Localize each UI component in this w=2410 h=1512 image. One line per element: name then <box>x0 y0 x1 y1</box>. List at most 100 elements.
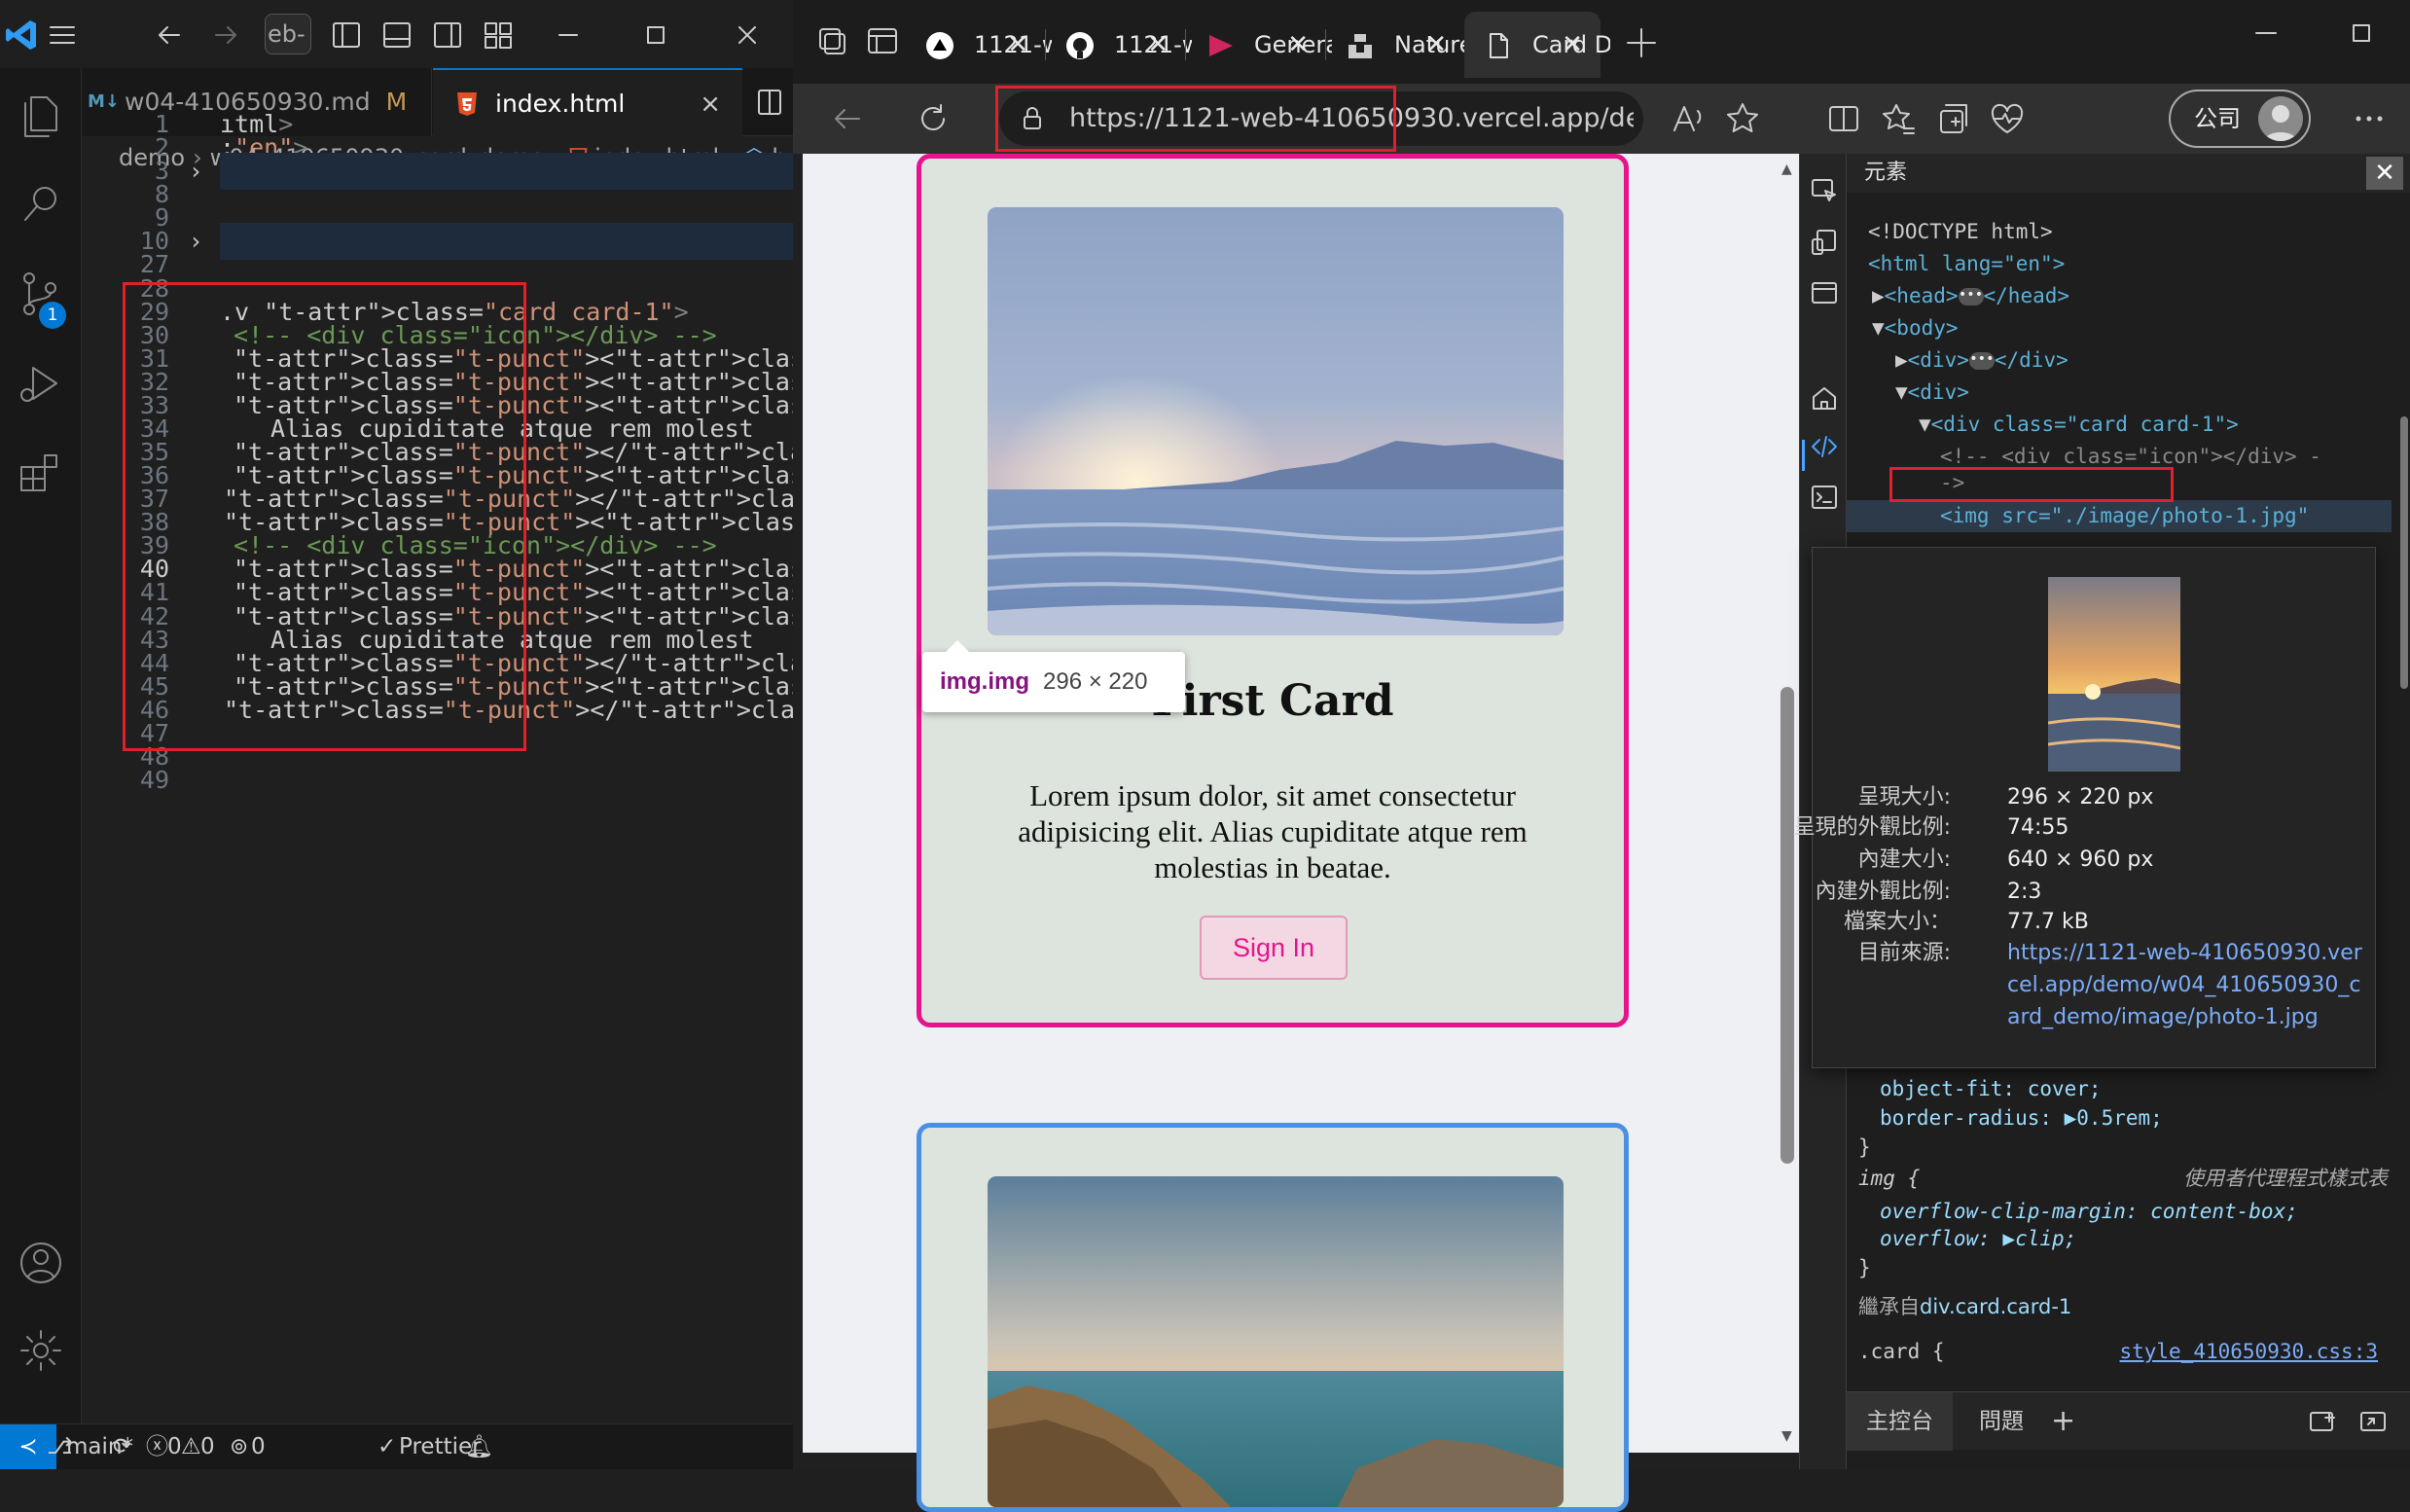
scrollbar-thumb[interactable] <box>1781 687 1794 1164</box>
accounts-icon[interactable] <box>14 1236 68 1290</box>
dom-node[interactable]: ▼<div class="card card-1"> <box>1847 409 2392 441</box>
tab-console[interactable]: 主控台 <box>1847 1392 1953 1451</box>
workspaces-icon[interactable] <box>812 21 851 60</box>
address-bar[interactable]: https://1121-web-410650930.vercel.app/de… <box>999 91 1643 146</box>
css-rule-selector[interactable]: .card {style_410650930.css:3 <box>1847 1337 2392 1366</box>
collections-icon[interactable] <box>1933 99 1972 138</box>
split-screen-icon[interactable] <box>1824 99 1863 138</box>
devtools-scrollbar[interactable] <box>2397 241 2410 1389</box>
browser-tab[interactable]: 1121-we✕ <box>906 12 1052 78</box>
scroll-down-icon[interactable]: ▼ <box>1781 1428 1792 1444</box>
image-info-popup: 呈現大小: 296 × 220 px 呈現的外觀比例: 74:55 內建大小: 640… <box>1794 547 2376 1068</box>
browser-tab-active[interactable]: Card Der✕ <box>1464 12 1610 78</box>
stylesheet-link[interactable]: style_410650930.css:3 <box>2119 1337 2378 1366</box>
menu-icon[interactable] <box>45 18 80 53</box>
inspect-element-icon[interactable] <box>1810 177 1839 206</box>
error-icon: ⓧ <box>146 1434 168 1459</box>
dock-drawer-icon[interactable] <box>2308 1408 2337 1435</box>
dom-node[interactable]: <html lang="en"> <box>1847 248 2392 280</box>
back-icon[interactable] <box>152 18 187 53</box>
dom-node[interactable]: ▼<body> <box>1847 312 2392 344</box>
dom-node[interactable]: ▶<div>•••</div> <box>1847 344 2392 377</box>
code-editor[interactable]: 1 ıtml> 2:"en"> › 3 8 9 › 10 27 28 29 .v "t-attr">cl… <box>82 110 793 1423</box>
minimize-icon[interactable] <box>551 18 586 53</box>
new-tab-icon[interactable] <box>1622 23 1661 62</box>
image-source-link[interactable]: https://1121-web-410650930.vercel.app/de… <box>2007 937 2367 1033</box>
device-emulation-icon[interactable] <box>1810 228 1839 257</box>
browser-essentials-icon[interactable] <box>1988 99 2027 138</box>
customize-layout-icon[interactable] <box>481 18 516 53</box>
dom-node[interactable]: -> <box>1847 467 2392 499</box>
browser-tab-strip: 1121-we✕ 1121-we✕ General-✕ Nature |✕ Ca… <box>793 0 2410 84</box>
undock-drawer-icon[interactable] <box>2358 1408 2388 1435</box>
tab-issues[interactable]: 問題 <box>1979 1392 2024 1451</box>
lock-icon[interactable] <box>1019 105 1046 132</box>
scrollbar-thumb[interactable] <box>2400 416 2408 689</box>
search-icon[interactable] <box>14 177 68 232</box>
dom-node-selected[interactable]: <img src="./image/photo-1.jpg" <box>1847 500 2392 532</box>
close-tab-icon[interactable]: ✕ <box>1147 12 1169 78</box>
maximize-icon[interactable] <box>638 18 673 53</box>
browser-tab[interactable]: General-✕ <box>1186 12 1332 78</box>
warning-count[interactable]: 0 <box>200 1424 215 1469</box>
close-tab-icon[interactable]: ✕ <box>1562 12 1583 78</box>
error-count[interactable]: 0 <box>167 1424 182 1469</box>
toggle-sidebar-icon[interactable] <box>329 18 364 53</box>
warning-icon: ⚠ <box>181 1434 201 1459</box>
read-aloud-icon[interactable] <box>1669 99 1708 138</box>
extensions-icon[interactable] <box>14 446 68 500</box>
minimize-icon[interactable] <box>2247 14 2285 53</box>
browser-tab[interactable]: 1121-we✕ <box>1046 12 1192 78</box>
add-tab-icon[interactable]: + <box>2051 1392 2075 1451</box>
explorer-icon[interactable] <box>14 88 68 142</box>
sync-icon[interactable]: ⟳ <box>113 1424 131 1469</box>
notifications-icon[interactable]: 🔔︎ <box>465 1424 493 1469</box>
welcome-home-icon[interactable] <box>1810 383 1839 413</box>
page-scrollbar[interactable]: ▲ ▼ <box>1776 154 1799 1453</box>
run-debug-icon[interactable] <box>14 356 68 411</box>
settings-gear-icon[interactable] <box>14 1323 68 1378</box>
close-devtools-icon[interactable]: ✕ <box>2366 157 2403 190</box>
refresh-icon[interactable] <box>914 99 953 138</box>
css-declaration[interactable]: border-radius: ▶0.5rem; <box>1847 1103 2392 1133</box>
vertical-tabs-icon[interactable] <box>863 21 902 60</box>
command-center[interactable]: eb- <box>265 14 311 54</box>
card-image-coast[interactable] <box>988 1176 1564 1507</box>
elements-tab-icon[interactable] <box>1810 432 1839 461</box>
ellipsis-icon[interactable]: ••• <box>1968 352 1995 370</box>
dom-node[interactable]: ▶<head>•••</head> <box>1847 280 2392 312</box>
profile-button[interactable]: 公司 <box>2169 90 2311 148</box>
more-options-icon[interactable] <box>2350 99 2389 138</box>
dom-node[interactable]: ▼<div> <box>1847 377 2392 409</box>
css-rule-selector[interactable]: img {使用者代理程式樣式表 <box>1847 1164 2392 1193</box>
url-text[interactable]: https://1121-web-410650930.vercel.app/de… <box>1069 91 1634 146</box>
css-declaration[interactable]: overflow: ▶clip; <box>1847 1224 2392 1253</box>
css-declaration[interactable]: overflow-clip-margin: content-box; <box>1847 1197 2392 1226</box>
panel-title[interactable]: 元素 <box>1864 161 1907 185</box>
close-window-icon[interactable] <box>730 18 765 53</box>
close-tab-icon[interactable]: ✕ <box>1287 12 1309 78</box>
maximize-icon[interactable] <box>2342 14 2381 53</box>
back-icon[interactable] <box>828 99 867 138</box>
favorite-star-icon[interactable] <box>1723 99 1762 138</box>
card-image-sunset[interactable] <box>988 207 1564 635</box>
css-declaration[interactable]: object-fit: cover; <box>1847 1074 2392 1103</box>
info-row: 檔案大小： 77.7 kB <box>1843 910 2089 934</box>
favorites-icon[interactable] <box>1879 99 1918 138</box>
dom-node[interactable]: <!DOCTYPE html> <box>1847 216 2392 248</box>
scroll-up-icon[interactable]: ▲ <box>1781 162 1792 177</box>
console-tab-icon[interactable] <box>1810 483 1839 512</box>
devtools-panel: 元素 ✕ <!DOCTYPE html> <html lang="en"> ▶<… <box>1794 154 2410 1469</box>
web-page: First Card Lorem ipsum dolor, sit amet c… <box>803 154 1776 1512</box>
sign-in-button[interactable]: Sign In <box>1200 916 1348 980</box>
close-tab-icon[interactable]: ✕ <box>1425 12 1447 78</box>
close-tab-icon[interactable]: ✕ <box>1007 12 1028 78</box>
code-line[interactable]: 49 <box>82 762 793 799</box>
ports-count[interactable]: 0 <box>251 1424 266 1469</box>
browser-tab[interactable]: Nature |✕ <box>1326 12 1472 78</box>
forward-icon[interactable] <box>208 18 243 53</box>
toggle-panel-icon[interactable] <box>379 18 414 53</box>
dock-icon[interactable] <box>1810 278 1839 307</box>
toggle-secondary-sidebar-icon[interactable] <box>430 18 465 53</box>
ellipsis-icon[interactable]: ••• <box>1958 288 1984 306</box>
